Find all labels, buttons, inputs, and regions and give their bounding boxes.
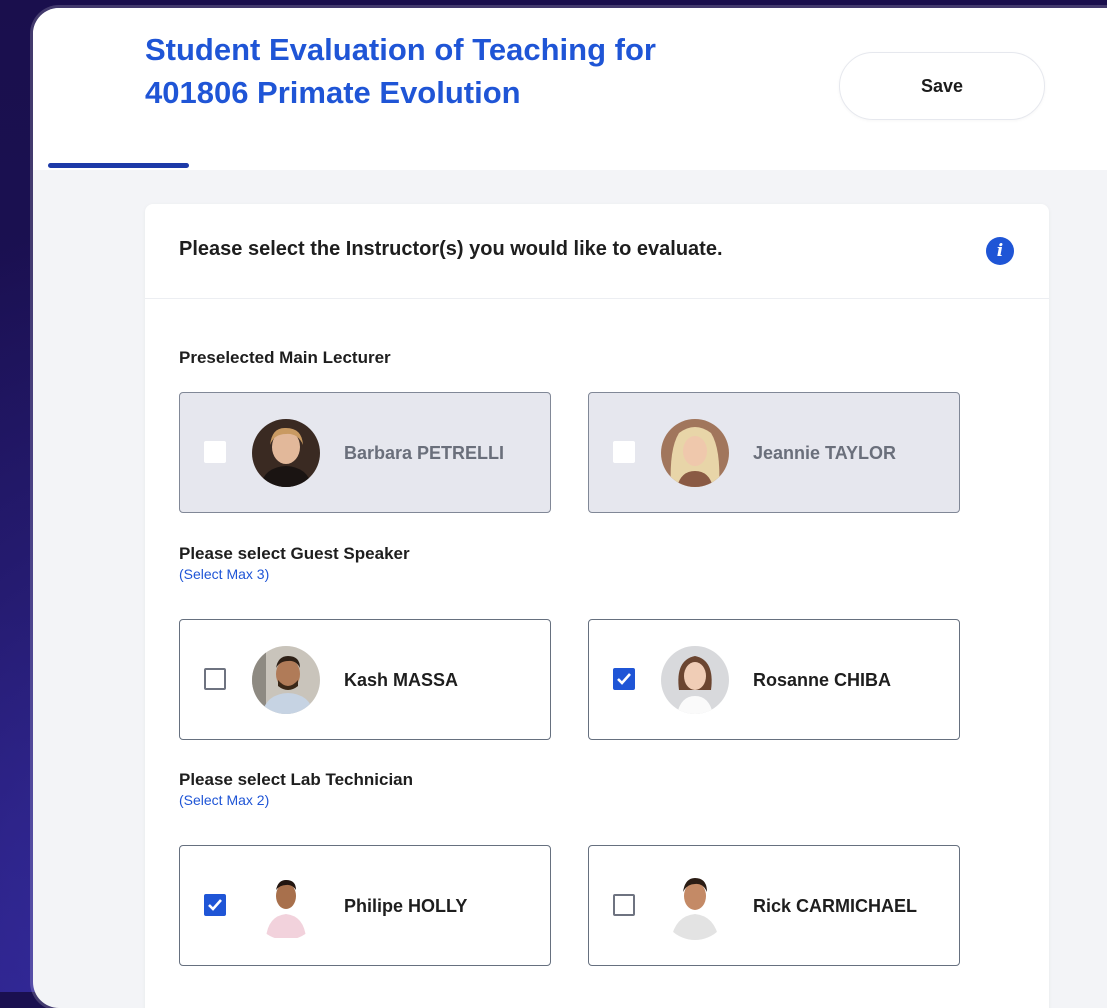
instructor-name: Rick CARMICHAEL [753,896,918,916]
avatar [661,872,729,940]
avatar [661,646,729,714]
instructor-tile-barbara-petrelli[interactable]: Barbara PETRELLI [179,392,551,513]
instructor-selection-card: Please select the Instructor(s) you woul… [145,204,1049,1008]
avatar [252,872,320,940]
section-guest-speaker: Please select Guest Speaker (Select Max … [179,544,410,582]
checkbox[interactable] [204,668,226,690]
section-title: Please select Guest Speaker [179,544,410,563]
select-max-note: (Select Max 2) [179,792,270,808]
page-title: Student Evaluation of Teaching for 40180… [145,32,656,110]
instructor-tile-jeannie-taylor[interactable]: Jeannie TAYLOR [588,392,960,513]
instructor-tile-rosanne-chiba[interactable]: Rosanne CHIBA [588,619,960,740]
instructor-tile-philipe-holly[interactable]: Philipe HOLLY [179,845,551,966]
avatar [661,419,729,487]
section-title: Please select Lab Technician [179,770,414,789]
avatar [252,646,320,714]
instructor-name: Kash MASSA [344,670,459,690]
section-main-lecturer: Preselected Main Lecturer [179,348,391,368]
instructor-name: Jeannie TAYLOR [753,443,897,463]
page-header: Student Evaluation of Teaching for 40180… [33,8,1107,170]
checkbox[interactable] [613,441,635,463]
instructor-tile-rick-carmichael[interactable]: Rick CARMICHAEL [588,845,960,966]
checkbox[interactable] [204,441,226,463]
instructor-tile-kash-massa[interactable]: Kash MASSA [179,619,551,740]
checkbox[interactable] [613,894,635,916]
checkbox[interactable] [613,668,635,690]
info-icon[interactable]: i [986,237,1014,265]
instructor-name: Philipe HOLLY [344,896,468,916]
checkbox[interactable] [204,894,226,916]
section-title: Preselected Main Lecturer [179,348,391,367]
card-question: Please select the Instructor(s) you woul… [179,238,723,260]
title-underline [48,163,189,168]
section-lab-technician: Please select Lab Technician (Select Max… [179,770,413,808]
select-max-note: (Select Max 3) [179,566,270,582]
app-window: Student Evaluation of Teaching for 40180… [33,8,1107,1008]
save-button[interactable]: Save [839,52,1045,120]
card-header: Please select the Instructor(s) you woul… [145,204,1049,299]
avatar [252,419,320,487]
instructor-name: Rosanne CHIBA [753,670,892,690]
instructor-name: Barbara PETRELLI [344,443,505,463]
